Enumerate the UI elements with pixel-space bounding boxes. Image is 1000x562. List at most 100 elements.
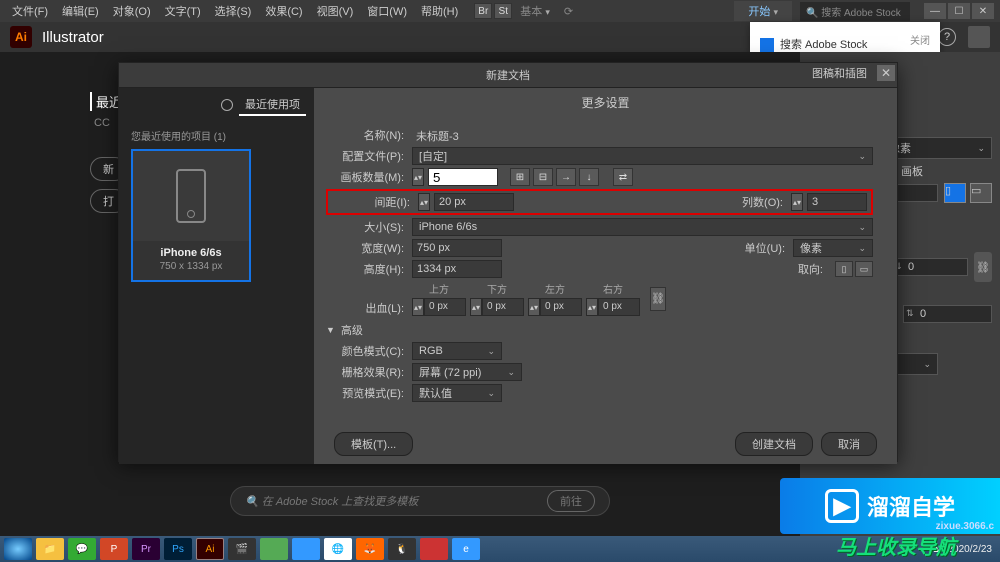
tb-app3-icon[interactable]: [420, 538, 448, 560]
dialog-left-pane: 最近使用项 您最近使用的项目 (1) iPhone 6/6s 750 x 133…: [119, 88, 314, 464]
name-label: 名称(N):: [326, 127, 408, 143]
orient-landscape-dlg[interactable]: ▭: [855, 261, 873, 277]
arrange-down-icon[interactable]: ↓: [579, 168, 599, 186]
menu-view[interactable]: 视图(V): [311, 1, 360, 21]
size-label: 大小(S):: [326, 219, 408, 235]
spacing-input[interactable]: 20 px: [434, 193, 514, 211]
window-maximize[interactable]: ☐: [948, 3, 970, 19]
columns-label: 列数(O):: [742, 194, 787, 210]
tb-explorer-icon[interactable]: 📁: [36, 538, 64, 560]
tb-illustrator-icon[interactable]: Ai: [196, 538, 224, 560]
recent-tab[interactable]: 最近使用项: [239, 94, 306, 116]
preview-label: 预览模式(E):: [326, 385, 408, 401]
orient-portrait-dlg[interactable]: ▯: [835, 261, 853, 277]
bleed-right-input[interactable]: 0: [903, 305, 992, 323]
tb-app2-icon[interactable]: [292, 538, 320, 560]
raster-select[interactable]: 屏幕 (72 ppi)⌄: [412, 363, 522, 381]
menu-type[interactable]: 文字(T): [159, 1, 207, 21]
tab-art-illustration[interactable]: 图稿和插图: [812, 65, 867, 81]
arrange-right-icon[interactable]: →: [556, 168, 576, 186]
tb-photoshop-icon[interactable]: Ps: [164, 538, 192, 560]
bleed-bottom-input[interactable]: 0: [891, 258, 968, 276]
create-document-button[interactable]: 创建文档: [735, 432, 813, 456]
tb-firefox-icon[interactable]: 🦊: [356, 538, 384, 560]
colormode-select-dlg[interactable]: RGB⌄: [412, 342, 502, 360]
tb-ie-icon[interactable]: e: [452, 538, 480, 560]
preview-select[interactable]: 默认值⌄: [412, 384, 502, 402]
menu-effect[interactable]: 效果(C): [259, 1, 308, 21]
artboards-input[interactable]: [428, 168, 498, 186]
orient-landscape[interactable]: ▭: [970, 183, 992, 203]
share-icon[interactable]: ⟳: [564, 5, 573, 18]
bridge-icon[interactable]: Br: [474, 3, 492, 19]
bleed-left-dlg[interactable]: 0 px: [540, 298, 582, 316]
cancel-button[interactable]: 取消: [821, 432, 877, 456]
window-minimize[interactable]: —: [924, 3, 946, 19]
advanced-toggle[interactable]: ▼高级: [326, 322, 873, 338]
dialog-title: 新建文档 ✕: [119, 63, 897, 88]
start-button[interactable]: 开始 ▾: [734, 1, 792, 21]
search-adobe-stock[interactable]: 🔍 搜索 Adobe Stock: [800, 2, 910, 21]
highlighted-spacing-columns-row: 间距(I): ▴▾ 20 px 列数(O): ▴▾ 3: [326, 189, 873, 215]
dropdown-close[interactable]: 关闭: [910, 32, 930, 47]
bleed-top-dlg[interactable]: 0 px: [424, 298, 466, 316]
template-button[interactable]: 模板(T)...: [334, 432, 413, 456]
width-label-dlg: 宽度(W):: [326, 240, 408, 256]
watermark-brand: ▶ 溜溜自学zixue.3066.c: [780, 478, 1000, 534]
go-button[interactable]: 前往: [547, 490, 595, 512]
bleed-link-dlg[interactable]: ⛓: [650, 287, 666, 311]
spacing-stepper[interactable]: ▴▾: [418, 193, 430, 211]
grid-by-row-icon[interactable]: ⊞: [510, 168, 530, 186]
menu-file[interactable]: 文件(F): [6, 1, 54, 21]
dialog-right-pane: 图稿和插图 更多设置 名称(N): 未标题-3 配置文件(P): [自定]⌄ 画…: [314, 88, 897, 464]
menu-select[interactable]: 选择(S): [209, 1, 258, 21]
stock-search-label[interactable]: 搜索 Adobe Stock: [780, 39, 867, 51]
new-document-dialog: 新建文档 ✕ 最近使用项 您最近使用的项目 (1) iPhone 6/6s 75…: [118, 62, 898, 462]
stock-icon[interactable]: St: [494, 3, 512, 19]
units-select-dlg[interactable]: 像素⌄: [793, 239, 873, 257]
stock-search-footer[interactable]: 🔍 在 Adobe Stock 上查找更多模板 前往: [230, 486, 610, 516]
tb-browser-icon[interactable]: [4, 538, 32, 560]
artboards-stepper[interactable]: ▴▾: [412, 168, 424, 186]
tb-chrome-icon[interactable]: 🌐: [324, 538, 352, 560]
menu-object[interactable]: 对象(O): [107, 1, 157, 21]
name-input[interactable]: 未标题-3: [412, 126, 873, 144]
size-select[interactable]: iPhone 6/6s⌄: [412, 218, 873, 236]
profile-select[interactable]: [自定]⌄: [412, 147, 873, 165]
tb-powerpoint-icon[interactable]: P: [100, 538, 128, 560]
dialog-close-button[interactable]: ✕: [877, 65, 895, 81]
bleed-right-dlg[interactable]: 0 px: [598, 298, 640, 316]
units-select[interactable]: 像素⌄: [882, 137, 992, 159]
tb-wechat-icon[interactable]: 💬: [68, 538, 96, 560]
window-close[interactable]: ✕: [972, 3, 994, 19]
height-label-dlg: 高度(H):: [326, 261, 408, 277]
menu-help[interactable]: 帮助(H): [415, 1, 464, 21]
columns-input[interactable]: 3: [807, 193, 867, 211]
tb-qq-icon[interactable]: 🐧: [388, 538, 416, 560]
width-input-dlg[interactable]: 750 px: [412, 239, 502, 257]
watermark-text: 马上收录导航: [836, 531, 956, 560]
recent-hint: 您最近使用的项目 (1): [119, 120, 314, 149]
artboard-label: 画板: [901, 163, 923, 179]
height-input-dlg[interactable]: 1334 px: [412, 260, 502, 278]
menu-window[interactable]: 窗口(W): [361, 1, 413, 21]
rtl-icon[interactable]: ⇄: [613, 168, 633, 186]
bleed-link-icon[interactable]: ⛓: [974, 252, 992, 282]
menu-edit[interactable]: 编辑(E): [56, 1, 105, 21]
columns-stepper[interactable]: ▴▾: [791, 193, 803, 211]
preset-name: iPhone 6/6s: [133, 241, 249, 261]
workspace-switcher[interactable]: 基本 ▾: [514, 1, 556, 21]
tb-premiere-icon[interactable]: Pr: [132, 538, 160, 560]
grid-by-col-icon[interactable]: ⊟: [533, 168, 553, 186]
units-label-dlg: 单位(U):: [745, 240, 789, 256]
colormode-label-dlg: 颜色模式(C):: [326, 343, 408, 359]
profile-label: 配置文件(P):: [326, 148, 408, 164]
preset-card-iphone[interactable]: iPhone 6/6s 750 x 1334 px: [131, 149, 251, 282]
help-icon[interactable]: ?: [938, 28, 956, 46]
tb-video-icon[interactable]: 🎬: [228, 538, 256, 560]
tb-app1-icon[interactable]: [260, 538, 288, 560]
preset-dimensions: 750 x 1334 px: [133, 261, 249, 280]
user-avatar[interactable]: [968, 26, 990, 48]
bleed-bottom-dlg[interactable]: 0 px: [482, 298, 524, 316]
orient-portrait[interactable]: ▯: [944, 183, 966, 203]
